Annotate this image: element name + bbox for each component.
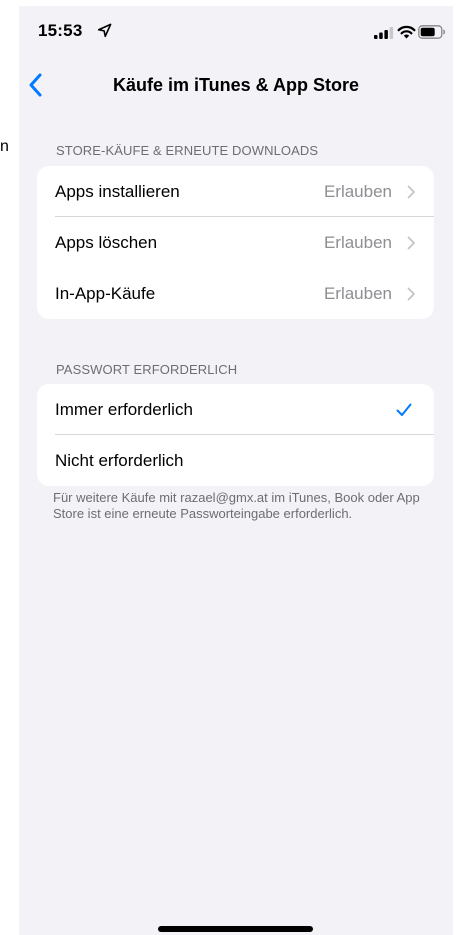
wifi-icon bbox=[397, 25, 416, 39]
row-apps-installieren[interactable]: Apps installieren Erlauben bbox=[37, 166, 434, 217]
row-in-app-kaeufe[interactable]: In-App-Käufe Erlauben bbox=[37, 268, 434, 319]
row-nicht-erforderlich[interactable]: Nicht erforderlich bbox=[37, 435, 434, 486]
password-footer-note: Für weitere Käufe mit razael@gmx.at im i… bbox=[53, 490, 420, 521]
battery-icon bbox=[418, 25, 446, 39]
row-value: Erlauben bbox=[323, 232, 392, 252]
row-immer-erforderlich[interactable]: Immer erforderlich bbox=[37, 384, 434, 435]
row-value: Erlauben bbox=[323, 283, 392, 303]
store-purchases-group: Apps installieren Erlauben Apps löschen … bbox=[37, 166, 434, 319]
row-value: Erlauben bbox=[323, 181, 392, 201]
row-label: Nicht erforderlich bbox=[55, 450, 184, 470]
chevron-right-icon bbox=[407, 287, 415, 300]
section-header-password: PASSWORT ERFORDERLICH bbox=[56, 362, 238, 377]
row-label: In-App-Käufe bbox=[55, 283, 156, 303]
cropped-edge-text: n bbox=[0, 138, 9, 155]
row-label: Apps löschen bbox=[55, 232, 158, 252]
home-indicator[interactable] bbox=[158, 926, 313, 932]
chevron-right-icon bbox=[407, 185, 415, 198]
page-title: Käufe im iTunes & App Store bbox=[112, 75, 360, 95]
navigation-bar: Käufe im iTunes & App Store bbox=[19, 54, 453, 114]
status-bar: 15:53 bbox=[19, 6, 453, 54]
cellular-signal-icon bbox=[374, 27, 394, 39]
row-apps-loeschen[interactable]: Apps löschen Erlauben bbox=[37, 217, 434, 268]
row-label: Apps installieren bbox=[55, 181, 180, 201]
status-time: 15:53 bbox=[38, 21, 83, 40]
password-required-group: Immer erforderlich Nicht erforderlich bbox=[37, 384, 434, 486]
section-header-store: STORE-KÄUFE & ERNEUTE DOWNLOADS bbox=[56, 143, 319, 158]
checkmark-icon bbox=[396, 403, 412, 416]
location-arrow-icon bbox=[97, 23, 112, 38]
chevron-right-icon bbox=[407, 236, 415, 249]
row-label: Immer erforderlich bbox=[55, 399, 193, 419]
phone-screen: 15:53 Käufe im iTunes & App Store STORE-… bbox=[19, 6, 453, 935]
